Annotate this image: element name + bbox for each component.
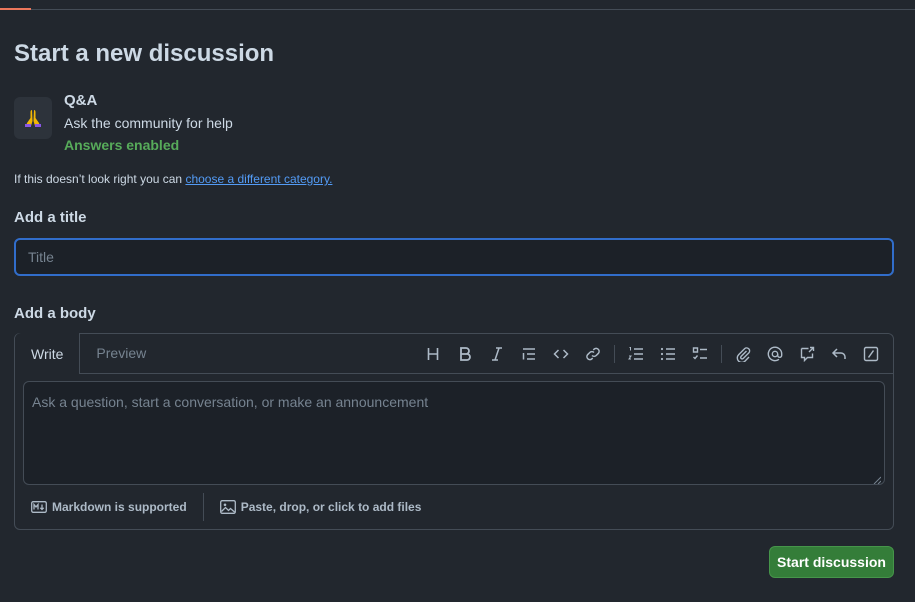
- ordered-list-button[interactable]: [620, 338, 652, 370]
- image-icon: [219, 500, 236, 514]
- body-textarea[interactable]: [23, 381, 885, 485]
- files-note: Paste, drop, or click to add files: [240, 500, 422, 514]
- toolbar-divider: [721, 345, 722, 363]
- selected-category: Q&A Ask the community for help Answers e…: [14, 92, 233, 153]
- tab-write[interactable]: Write: [15, 333, 81, 374]
- heading-icon: [427, 348, 439, 360]
- link-button[interactable]: [577, 338, 609, 370]
- markdown-toolbar: [417, 334, 887, 374]
- hint-text: If this doesn’t look right you can: [14, 172, 186, 186]
- task-list-icon: [692, 347, 707, 360]
- mention-button[interactable]: [759, 338, 791, 370]
- unordered-list-icon: [660, 347, 675, 361]
- title-label: Add a title: [14, 209, 87, 226]
- code-button[interactable]: [545, 338, 577, 370]
- body-label: Add a body: [14, 305, 96, 322]
- attach-button[interactable]: [727, 338, 759, 370]
- category-name: Q&A: [64, 92, 98, 109]
- category-hint: If this doesn’t look right you can choos…: [14, 172, 332, 186]
- active-nav-underline: [0, 8, 31, 10]
- mention-icon: [767, 346, 783, 362]
- start-discussion-button[interactable]: Start discussion: [769, 546, 894, 578]
- reply-icon: [831, 348, 846, 359]
- praying-hands-icon: [25, 110, 41, 127]
- tab-preview[interactable]: Preview: [80, 333, 162, 373]
- quote-icon: [522, 348, 535, 360]
- italic-button[interactable]: [481, 338, 513, 370]
- italic-icon: [492, 347, 502, 361]
- markdown-note: Markdown is supported: [52, 500, 187, 514]
- attach-icon: [736, 347, 751, 362]
- editor-footer: Markdown is supported Paste, drop, or cl…: [15, 492, 893, 522]
- change-category-link[interactable]: choose a different category.: [185, 172, 332, 186]
- code-icon: [553, 349, 569, 359]
- slash-command-button[interactable]: [855, 338, 887, 370]
- editor-header: Write Preview: [15, 333, 893, 374]
- reference-icon: [800, 346, 815, 362]
- slash-command-icon: [863, 346, 879, 362]
- unordered-list-button[interactable]: [652, 338, 684, 370]
- task-list-button[interactable]: [684, 338, 716, 370]
- heading-button[interactable]: [417, 338, 449, 370]
- link-icon: [586, 347, 600, 361]
- body-editor: Write Preview Ask a question, start a co…: [14, 333, 894, 530]
- reference-button[interactable]: [791, 338, 823, 370]
- quote-button[interactable]: [513, 338, 545, 370]
- category-description: Ask the community for help: [64, 115, 233, 131]
- title-input[interactable]: [14, 238, 894, 276]
- reply-button[interactable]: [823, 338, 855, 370]
- bold-icon: [460, 347, 471, 361]
- answers-status: Answers enabled: [64, 137, 180, 153]
- ordered-list-icon: [628, 347, 643, 360]
- markdown-icon: [31, 501, 47, 513]
- toolbar-divider: [614, 345, 615, 363]
- top-nav-strip: [0, 0, 915, 10]
- page-title: Start a new discussion: [14, 40, 275, 67]
- bold-button[interactable]: [449, 338, 481, 370]
- resize-handle-icon[interactable]: [873, 476, 881, 484]
- add-files-button[interactable]: Paste, drop, or click to add files: [204, 500, 438, 514]
- markdown-supported-link[interactable]: Markdown is supported: [15, 500, 203, 514]
- category-emoji: [14, 97, 52, 139]
